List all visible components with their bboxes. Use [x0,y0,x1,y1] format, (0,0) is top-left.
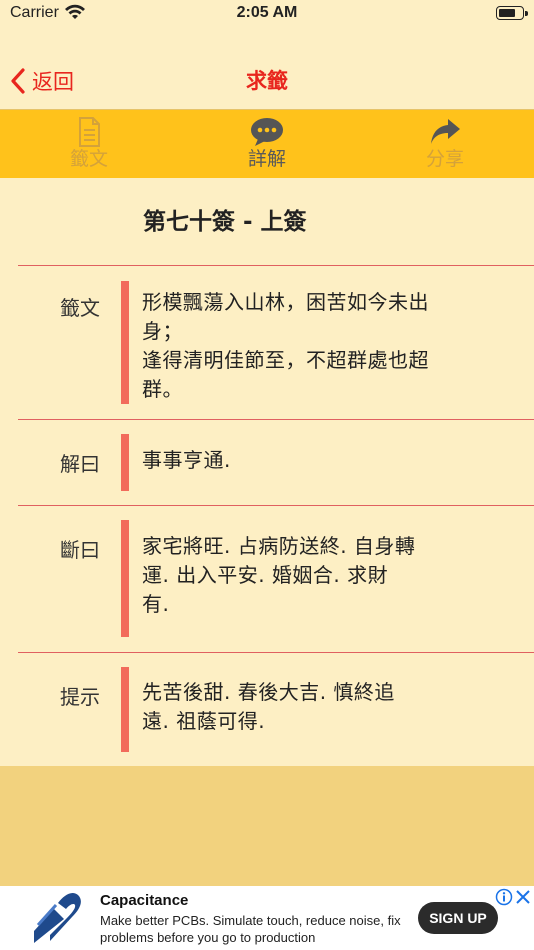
text-line: 有. [142,592,170,616]
divider [18,265,534,266]
accent-bar [121,520,129,637]
row-label-judgement: 斷曰 [60,538,100,562]
toolbar: 籤文 詳解 分享 [0,110,534,178]
row-content-hint: 先苦後甜. 春後大吉. 慎終追 遠. 祖蔭可得. [142,678,487,736]
text-line: 群。 [142,377,183,401]
lot-heading: 第七十簽 - 上簽 [143,209,307,235]
lot-detail-panel: 第七十簽 - 上簽 籤文 形模飄蕩入山林，困苦如今未出 身； 逢得清明佳節至，不… [0,178,534,766]
accent-bar [121,281,129,404]
divider [18,652,534,653]
tab-lot-text[interactable]: 籤文 [29,110,149,178]
row-label-lot-text: 籤文 [60,296,100,320]
chevron-left-icon [11,68,25,94]
back-button[interactable]: 返回 [10,66,74,96]
row-content-explanation: 事事亨通. [142,446,487,475]
share-arrow-icon [431,119,460,144]
text-line: 身； [142,319,183,343]
status-bar: Carrier 2:05 AM [0,0,534,28]
accent-bar [121,667,129,752]
clock: 2:05 AM [236,4,298,21]
text-line: 事事亨通. [142,448,231,472]
text-line: 形模飄蕩入山林，困苦如今未出 [142,290,429,314]
close-icon[interactable] [514,888,532,906]
tab-details-label: 詳解 [247,148,286,170]
battery-icon [496,6,528,20]
row-content-judgement: 家宅將旺. 占病防送終. 自身轉 運. 出入平安. 婚姻合. 求財 有. [142,532,487,619]
document-icon [79,117,100,147]
navigation-bar: 返回 求籤 [0,28,534,110]
info-icon[interactable] [495,888,513,906]
text-line: 遠. 祖蔭可得. [142,709,266,733]
ad-body: Make better PCBs. Simulate touch, reduce… [100,913,401,945]
tab-details[interactable]: 詳解 [207,110,327,178]
text-line: 逢得清明佳節至，不超群處也超 [142,348,429,372]
row-label-hint: 提示 [60,685,100,709]
tab-lot-text-label: 籤文 [69,148,108,170]
accent-bar [121,434,129,491]
row-label-explanation: 解曰 [60,452,100,476]
brand-logo-icon [34,892,81,943]
back-label: 返回 [32,70,74,94]
sign-up-button[interactable]: SIGN UP [418,902,498,934]
text-line: 運. 出入平安. 婚姻合. 求財 [142,563,389,587]
text-line: 家宅將旺. 占病防送終. 自身轉 [142,534,416,558]
divider [18,505,534,506]
page-title: 求籤 [246,69,288,93]
tab-share[interactable]: 分享 [385,110,505,178]
row-content-lot-text: 形模飄蕩入山林，困苦如今未出 身； 逢得清明佳節至，不超群處也超 群。 [142,288,487,404]
divider [18,419,534,420]
speech-bubble-icon [251,118,283,146]
text-line: 先苦後甜. 春後大吉. 慎終追 [142,680,395,704]
ad-banner[interactable]: Capacitance Make better PCBs. Simulate t… [0,886,534,950]
tab-share-label: 分享 [425,148,464,170]
ad-title: Capacitance [100,892,189,909]
